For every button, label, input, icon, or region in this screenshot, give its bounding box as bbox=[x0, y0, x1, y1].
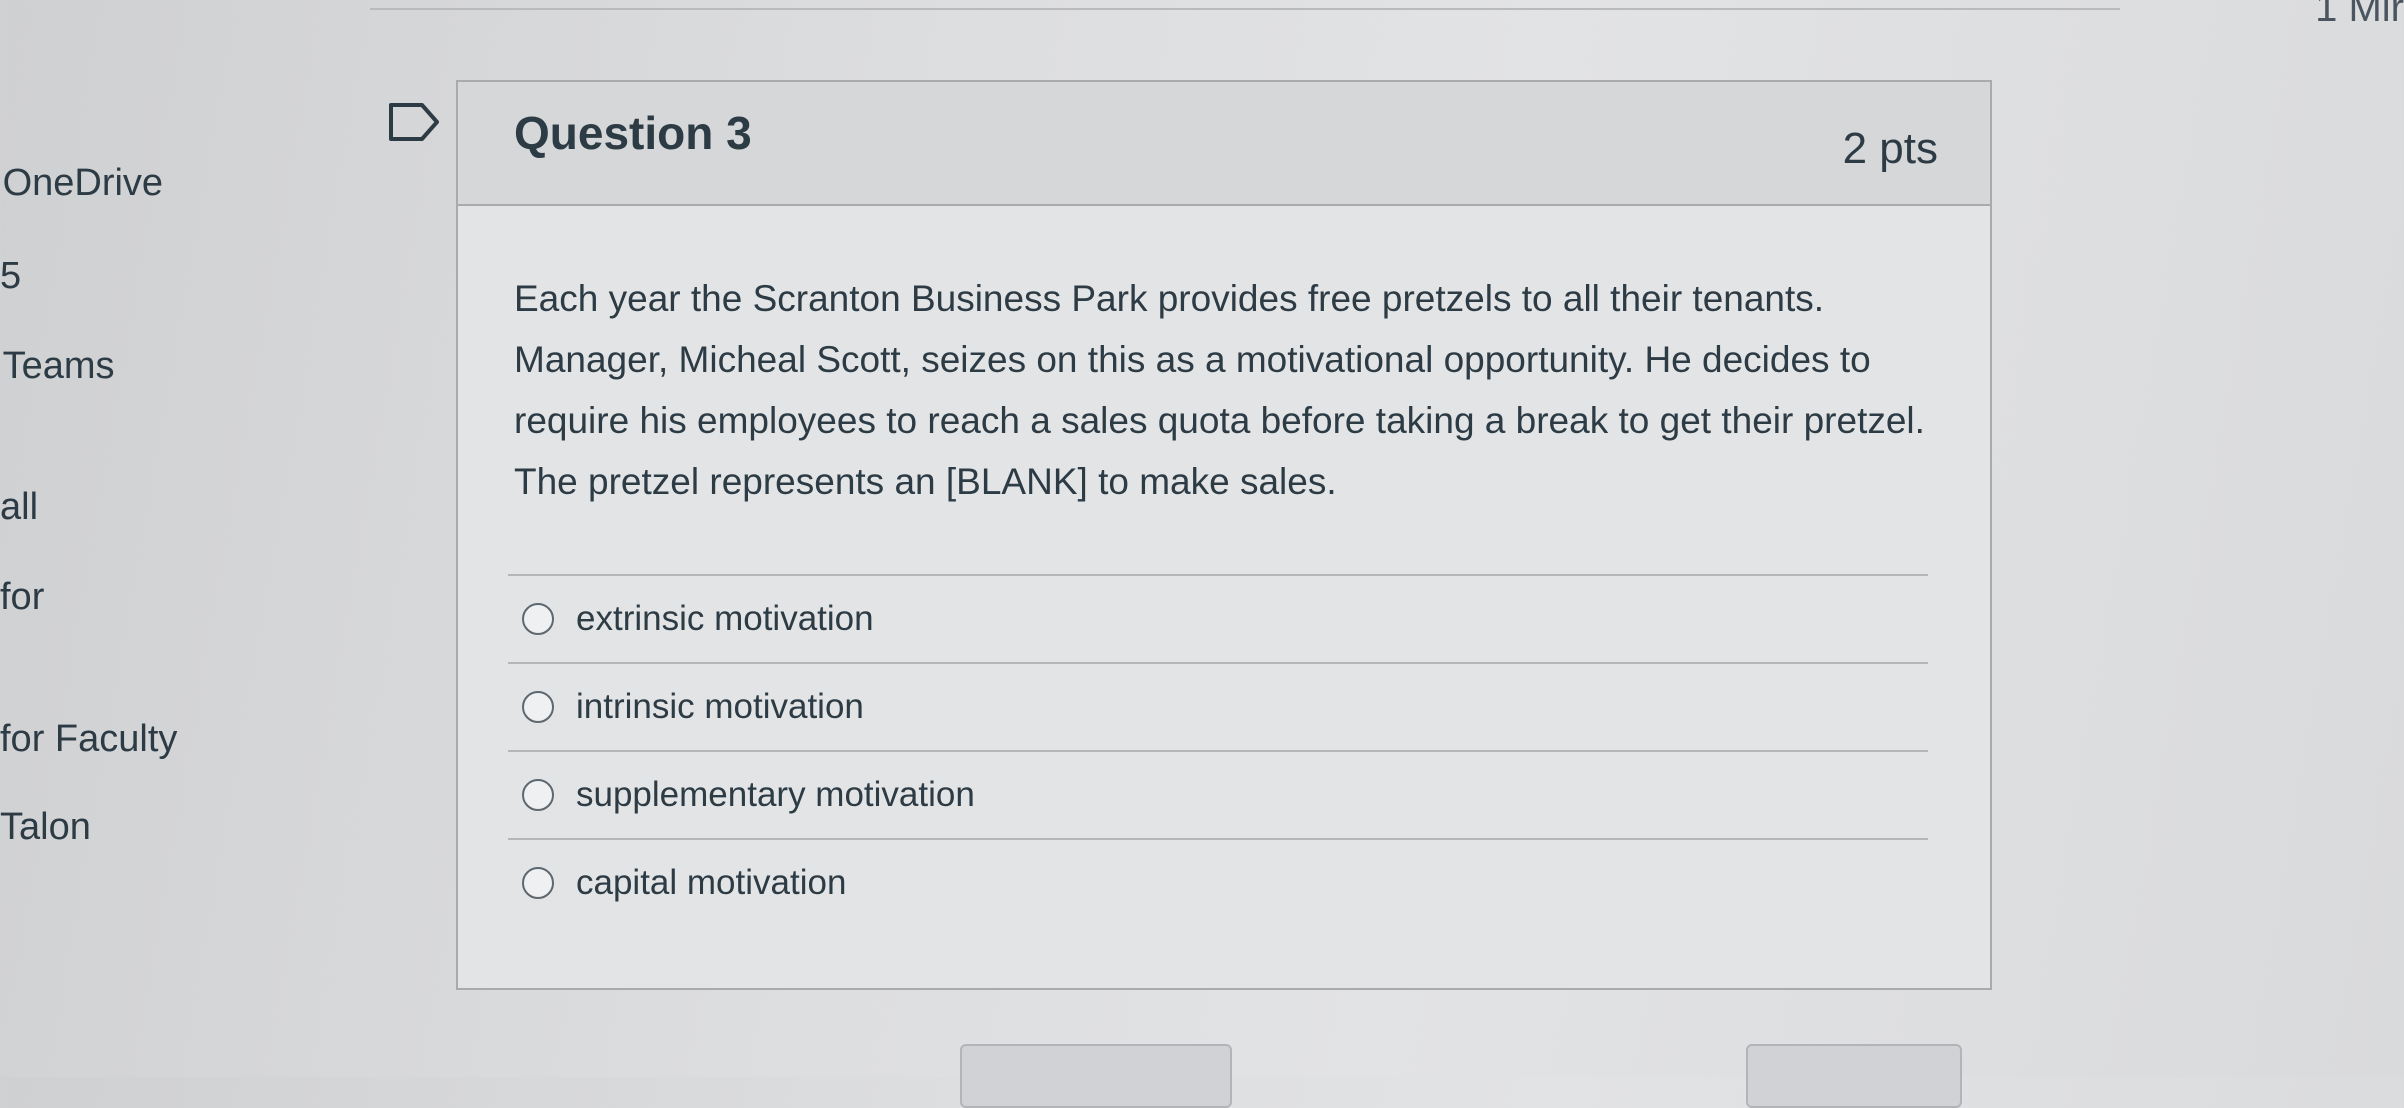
quiz-timer: 1 Mir bbox=[2315, 0, 2404, 30]
answer-label: extrinsic motivation bbox=[576, 599, 874, 638]
answer-option[interactable]: extrinsic motivation bbox=[508, 574, 1928, 662]
answer-list: extrinsic motivation intrinsic motivatio… bbox=[508, 574, 1928, 926]
answer-label: intrinsic motivation bbox=[576, 687, 864, 726]
radio-empty-icon[interactable] bbox=[522, 603, 554, 635]
question-title: Question 3 bbox=[514, 107, 752, 159]
question-header: Question 3 2 pts bbox=[458, 82, 1990, 206]
sidebar-item-talon[interactable]: Talon bbox=[0, 806, 91, 849]
flag-icon bbox=[389, 103, 439, 141]
sidebar-item-all[interactable]: all bbox=[0, 486, 38, 529]
sidebar-item-onedrive[interactable]: :OneDrive bbox=[0, 162, 163, 205]
sidebar-item-5[interactable]: 5 bbox=[0, 255, 21, 298]
question-card: Question 3 2 pts Each year the Scranton … bbox=[456, 80, 1992, 990]
answer-option[interactable]: supplementary motivation bbox=[508, 750, 1928, 838]
sidebar-item-label: OneDrive bbox=[2, 162, 164, 204]
radio-empty-icon[interactable] bbox=[522, 779, 554, 811]
sidebar-item-label: 5 bbox=[0, 255, 22, 297]
sidebar-item-for-faculty[interactable]: for Faculty bbox=[0, 718, 177, 761]
answer-option[interactable]: capital motivation bbox=[508, 838, 1928, 926]
sidebar-item-for[interactable]: for bbox=[0, 576, 44, 619]
sidebar-item-label: Talon bbox=[0, 806, 91, 848]
radio-empty-icon[interactable] bbox=[522, 867, 554, 899]
flag-question-button[interactable] bbox=[388, 102, 440, 142]
answer-label: supplementary motivation bbox=[576, 775, 975, 814]
sidebar-item-label: for bbox=[0, 576, 45, 618]
sidebar-item-label: all bbox=[0, 486, 39, 528]
question-text: Each year the Scranton Business Park pro… bbox=[514, 278, 1925, 502]
sidebar-item-teams[interactable]: :Teams bbox=[0, 345, 114, 388]
sidebar-item-label: for Faculty bbox=[0, 718, 178, 760]
sidebar-item-label: Teams bbox=[2, 345, 115, 387]
radio-empty-icon[interactable] bbox=[522, 691, 554, 723]
answer-option[interactable]: intrinsic motivation bbox=[508, 662, 1928, 750]
question-points: 2 pts bbox=[1842, 124, 1938, 173]
next-button[interactable] bbox=[1746, 1044, 1962, 1108]
answer-label: capital motivation bbox=[576, 863, 847, 902]
top-divider bbox=[370, 8, 2120, 10]
previous-button[interactable] bbox=[960, 1044, 1232, 1108]
